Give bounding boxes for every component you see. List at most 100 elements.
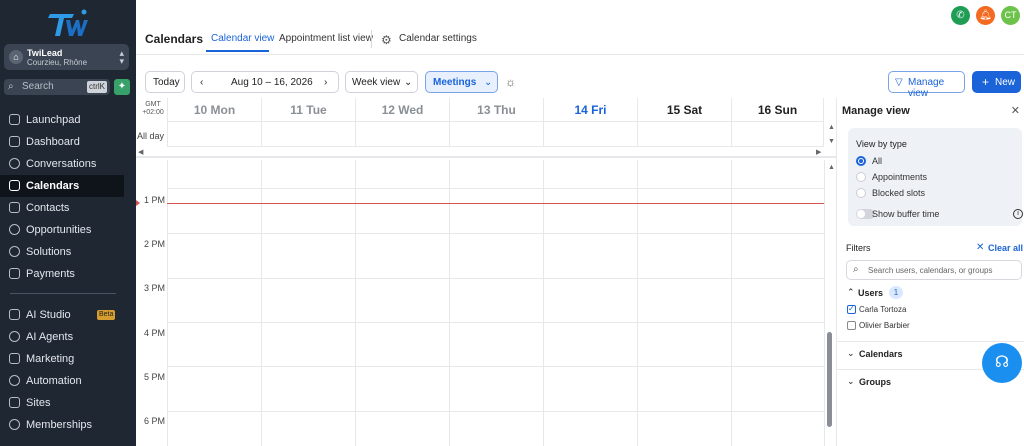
view-select[interactable]: Week view ⌄ <box>345 71 418 93</box>
horizontal-scrollbar[interactable]: ◀ ▶ <box>136 147 836 158</box>
scroll-right-icon[interactable]: ▶ <box>816 148 821 156</box>
sidebar-item-label: Sites <box>26 397 51 409</box>
all-day-label: All day <box>137 131 165 141</box>
phone-button[interactable]: ✆ <box>951 6 970 25</box>
close-icon[interactable]: ✕ <box>976 242 984 253</box>
all-day-cell[interactable] <box>355 122 449 147</box>
info-icon[interactable]: i <box>1013 209 1023 219</box>
day-header-thu[interactable]: 13 Thu <box>449 98 543 122</box>
day-header-tue[interactable]: 11 Tue <box>261 98 355 122</box>
sidebar-item-payments[interactable]: Payments <box>0 263 124 285</box>
quick-action-button[interactable]: ✦ <box>114 79 130 95</box>
automation-icon <box>9 375 20 386</box>
lightbulb-icon[interactable]: ☼ <box>505 75 516 89</box>
scrollbar-thumb[interactable] <box>827 332 832 427</box>
sidebar-item-ai-agents[interactable]: AI Agents <box>0 326 124 348</box>
scroll-up-icon[interactable]: ▲ <box>828 164 835 171</box>
user-name: Carla Tortoza <box>859 305 907 314</box>
chevron-down-icon[interactable]: ⌄ <box>847 376 855 387</box>
view-by-type-title: View by type <box>856 139 907 149</box>
radio-appointments[interactable] <box>856 172 866 182</box>
account-switcher[interactable]: ⌂ TwiLead Courzieu, Rhône ▴ ▾ <box>4 44 129 70</box>
support-button[interactable]: ☊ <box>982 343 1022 383</box>
clear-all-button[interactable]: Clear all <box>988 243 1023 253</box>
contacts-icon <box>9 202 20 213</box>
manage-view-button[interactable]: ▽ Manage view <box>888 71 965 99</box>
scroll-up-icon[interactable]: ▲ <box>828 124 835 131</box>
header: Calendars Calendar view Appointment list… <box>136 0 1024 55</box>
manage-view-panel: Manage view ✕ View by type All Appointme… <box>836 98 1024 446</box>
tab-calendar-view[interactable]: Calendar view <box>211 33 274 44</box>
all-day-cell[interactable] <box>637 122 731 147</box>
vertical-scrollbar[interactable] <box>827 172 832 427</box>
sidebar-item-dashboard[interactable]: Dashboard <box>0 131 124 153</box>
users-section-toggle[interactable]: Users <box>858 288 883 298</box>
hour-line <box>167 233 824 234</box>
sidebar-item-launchpad[interactable]: Launchpad <box>0 109 124 131</box>
chevron-up-icon[interactable]: ⌃ <box>847 287 855 298</box>
sidebar-item-calendars[interactable]: Calendars <box>0 175 124 197</box>
sidebar-item-sites[interactable]: Sites <box>0 392 124 414</box>
sidebar-item-label: Memberships <box>26 419 93 431</box>
sidebar-item-solutions[interactable]: Solutions <box>0 241 124 263</box>
type-select-label: Meetings <box>433 77 477 88</box>
user-checkbox-olivier[interactable] <box>847 321 856 330</box>
option-label: Blocked slots <box>872 188 926 198</box>
logo[interactable] <box>48 8 88 40</box>
option-label: All <box>872 156 883 166</box>
all-day-cell[interactable] <box>543 122 637 147</box>
sidebar-item-label: Payments <box>26 268 75 280</box>
sidebar-item-memberships[interactable]: Memberships <box>0 414 124 436</box>
day-header-fri[interactable]: 14 Fri <box>543 98 637 122</box>
calendars-section-toggle[interactable]: Calendars <box>859 349 903 359</box>
radio-all[interactable] <box>856 156 866 166</box>
buffer-time-label: Show buffer time <box>872 209 940 219</box>
chat-icon <box>9 158 20 169</box>
user-checkbox-carla[interactable] <box>847 304 856 314</box>
chevron-down-icon: ⌄ <box>404 77 413 88</box>
new-button[interactable]: + New <box>972 71 1021 93</box>
notifications-button[interactable]: 🔔︎ <box>976 6 995 25</box>
day-header-sun[interactable]: 16 Sun <box>731 98 824 122</box>
account-name: TwiLead <box>27 48 63 58</box>
type-select[interactable]: Meetings ⌄ <box>425 71 498 93</box>
tab-appointment-list-view[interactable]: Appointment list view <box>279 33 373 44</box>
sidebar-item-contacts[interactable]: Contacts <box>0 197 124 219</box>
option-label: Appointments <box>872 172 928 182</box>
tab-calendar-settings[interactable]: Calendar settings <box>399 33 477 44</box>
chevron-right-icon[interactable]: › <box>324 77 327 88</box>
filter-icon: ▽ <box>895 77 903 88</box>
radio-blocked-slots[interactable] <box>856 188 866 198</box>
sidebar-item-opportunities[interactable]: Opportunities <box>0 219 124 241</box>
sidebar-item-label: Solutions <box>26 246 72 258</box>
day-header-wed[interactable]: 12 Wed <box>355 98 449 122</box>
filter-search-input[interactable]: ⌕ Search users, calendars, or groups <box>846 260 1022 280</box>
sidebar-item-ai-studio[interactable]: AI Studio Beta <box>0 304 124 326</box>
sidebar-item-label: Opportunities <box>26 224 92 236</box>
all-day-cell[interactable] <box>449 122 543 147</box>
chevron-down-icon[interactable]: ⌄ <box>847 348 855 359</box>
all-day-cell[interactable] <box>167 122 261 147</box>
scroll-left-icon[interactable]: ◀ <box>138 148 143 156</box>
sidebar-item-automation[interactable]: Automation <box>0 370 124 392</box>
avatar[interactable]: CT <box>1001 6 1020 25</box>
current-time-marker <box>136 200 140 206</box>
chevron-updown-icon: ▴ ▾ <box>119 48 124 66</box>
scroll-down-icon[interactable]: ▼ <box>828 138 835 145</box>
close-icon[interactable]: ✕ <box>1011 104 1020 117</box>
all-day-cell[interactable] <box>731 122 824 147</box>
all-day-cell[interactable] <box>261 122 355 147</box>
groups-section-toggle[interactable]: Groups <box>859 377 891 387</box>
date-range-picker[interactable]: ‹ Aug 10 – 16, 2026 › <box>191 71 339 93</box>
sidebar-item-marketing[interactable]: Marketing <box>0 348 124 370</box>
sidebar-item-conversations[interactable]: Conversations <box>0 153 124 175</box>
page-title: Calendars <box>145 32 204 46</box>
panel-title: Manage view <box>842 105 910 117</box>
today-button[interactable]: Today <box>145 71 185 93</box>
chevron-left-icon[interactable]: ‹ <box>200 77 203 88</box>
sidebar-search[interactable]: ⌕ Search ctrlK <box>4 79 110 95</box>
day-header-mon[interactable]: 10 Mon <box>167 98 261 122</box>
day-header-sat[interactable]: 15 Sat <box>637 98 731 122</box>
sidebar-divider <box>10 293 116 294</box>
view-select-label: Week view <box>352 77 401 88</box>
